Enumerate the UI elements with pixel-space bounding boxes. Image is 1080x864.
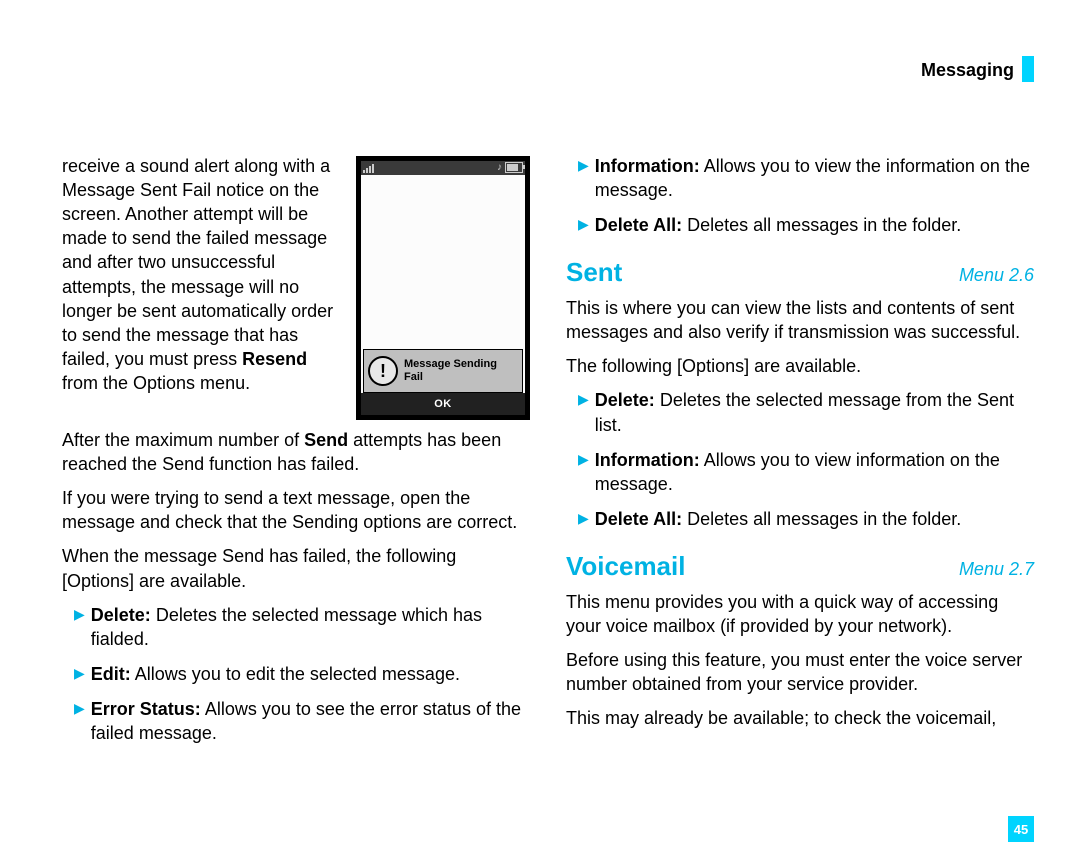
right-column: ▶ Information: Allows you to view the in…: [566, 154, 1034, 756]
battery-icon: [505, 162, 523, 173]
two-column-layout: ♪ ! Message Sending Fail: [62, 154, 1034, 756]
paragraph: If you were trying to send a text messag…: [62, 486, 530, 534]
popup-line-1: Message Sending: [404, 358, 497, 370]
warning-icon: !: [368, 356, 398, 386]
paragraph: This may already be available; to check …: [566, 706, 1034, 730]
list-item: ▶ Error Status: Allows you to see the er…: [62, 697, 530, 745]
arrow-icon: ▶: [578, 388, 589, 410]
arrow-icon: ▶: [578, 448, 589, 470]
page: Messaging ♪: [0, 0, 1080, 776]
list-item: ▶ Delete: Deletes the selected message w…: [62, 603, 530, 651]
list-item: ▶ Delete All: Deletes all messages in th…: [566, 507, 1034, 531]
paragraph: Before using this feature, you must ente…: [566, 648, 1034, 696]
message-fail-popup: ! Message Sending Fail: [363, 349, 523, 393]
popup-line-2: Fail: [404, 371, 423, 383]
list-item: ▶ Information: Allows you to view the in…: [566, 154, 1034, 202]
signal-icon: [363, 163, 374, 173]
mute-icon: ♪: [497, 161, 502, 174]
softkey-ok: OK: [361, 393, 525, 415]
paragraph: The following [Options] are available.: [566, 354, 1034, 378]
list-item: ▶ Information: Allows you to view inform…: [566, 448, 1034, 496]
list-item: ▶ Delete: Deletes the selected message f…: [566, 388, 1034, 436]
page-number-badge: 45: [1008, 816, 1034, 842]
paragraph: This is where you can view the lists and…: [566, 296, 1034, 344]
header-accent-bar: [1022, 56, 1034, 82]
left-column: ♪ ! Message Sending Fail: [62, 154, 530, 756]
section-header-voicemail: Voicemail Menu 2.7: [566, 549, 1034, 584]
menu-reference: Menu 2.6: [959, 263, 1034, 287]
arrow-icon: ▶: [74, 603, 85, 625]
arrow-icon: ▶: [74, 697, 85, 719]
menu-reference: Menu 2.7: [959, 557, 1034, 581]
arrow-icon: ▶: [578, 507, 589, 529]
section-title: Sent: [566, 255, 622, 290]
section-title: Voicemail: [566, 549, 685, 584]
paragraph: When the message Send has failed, the fo…: [62, 544, 530, 592]
arrow-icon: ▶: [578, 213, 589, 235]
arrow-icon: ▶: [74, 662, 85, 684]
header-title: Messaging: [921, 60, 1014, 80]
list-item: ▶ Delete All: Deletes all messages in th…: [566, 213, 1034, 237]
paragraph: After the maximum number of Send attempt…: [62, 428, 530, 476]
phone-screenshot: ♪ ! Message Sending Fail: [356, 156, 530, 420]
section-header-sent: Sent Menu 2.6: [566, 255, 1034, 290]
list-item: ▶ Edit: Allows you to edit the selected …: [62, 662, 530, 686]
page-header: Messaging: [62, 58, 1034, 84]
phone-status-bar: ♪: [361, 161, 525, 175]
paragraph: This menu provides you with a quick way …: [566, 590, 1034, 638]
arrow-icon: ▶: [578, 154, 589, 176]
